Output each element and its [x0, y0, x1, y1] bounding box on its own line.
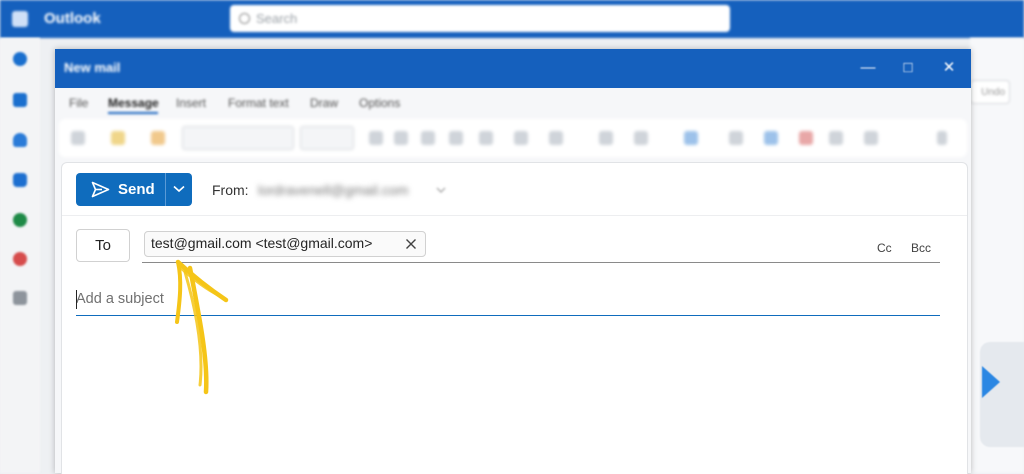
styles-icon[interactable]	[549, 131, 563, 145]
tab-message[interactable]: Message	[108, 96, 159, 110]
from-chevron-down-icon[interactable]	[436, 187, 446, 194]
message-body[interactable]	[76, 325, 940, 465]
link-icon[interactable]	[634, 131, 648, 145]
chevron-down-icon	[173, 185, 185, 193]
sensitivity-icon[interactable]	[684, 131, 698, 145]
italic-icon[interactable]	[394, 131, 408, 145]
ribbon-expand-icon[interactable]	[937, 131, 947, 145]
tab-draw[interactable]: Draw	[310, 96, 338, 110]
from-label: From:	[212, 182, 249, 198]
strikethrough-icon[interactable]	[449, 131, 463, 145]
from-account[interactable]: lordravenell@gmail.com	[258, 182, 408, 198]
remove-recipient-icon[interactable]	[405, 238, 417, 250]
bcc-button[interactable]: Bcc	[911, 241, 931, 255]
recipient-chip[interactable]: test@gmail.com <test@gmail.com>	[144, 231, 426, 257]
background-filter-button: Undo	[970, 80, 1010, 104]
new-mail-window: New mail — □ ✕ File Message Insert Forma…	[55, 49, 971, 474]
bullets-icon[interactable]	[479, 131, 493, 145]
bold-icon[interactable]	[369, 131, 383, 145]
cc-button[interactable]: Cc	[877, 241, 892, 255]
attach-icon[interactable]	[599, 131, 613, 145]
minimize-icon[interactable]: —	[859, 59, 877, 77]
office-app-icon[interactable]	[13, 252, 27, 266]
search-icon	[239, 13, 250, 24]
app-top-bar: Outlook Search	[0, 0, 1024, 38]
send-options-button[interactable]	[166, 173, 192, 206]
importance-high-icon[interactable]	[764, 131, 778, 145]
recipient-address: test@gmail.com <test@gmail.com>	[151, 235, 373, 251]
ribbon-tabs: File Message Insert Format text Draw Opt…	[55, 88, 971, 116]
tab-options[interactable]: Options	[359, 96, 400, 110]
app-title: Outlook	[44, 10, 101, 27]
mail-icon[interactable]	[13, 52, 27, 66]
more-format-icon[interactable]	[514, 131, 528, 145]
todo-icon[interactable]	[13, 213, 27, 227]
format-painter-icon[interactable]	[151, 131, 165, 145]
copilot-icon[interactable]	[13, 173, 27, 187]
calendar-icon[interactable]	[13, 93, 27, 107]
send-label: Send	[118, 181, 155, 198]
apps-icon[interactable]	[13, 291, 27, 305]
to-field[interactable]: test@gmail.com <test@gmail.com> Cc Bcc	[142, 229, 940, 263]
paste-icon[interactable]	[111, 131, 125, 145]
app-left-rail	[0, 38, 40, 473]
envelope-illustration	[980, 342, 1024, 447]
importance-low-icon[interactable]	[829, 131, 843, 145]
active-tab-indicator	[108, 112, 158, 114]
send-button-group: Send	[76, 173, 192, 206]
window-title-bar: New mail — □ ✕	[55, 49, 971, 88]
subject-input[interactable]	[76, 285, 940, 313]
tab-insert[interactable]: Insert	[176, 96, 206, 110]
flag-icon[interactable]	[799, 131, 813, 145]
ribbon-toolbar	[59, 119, 967, 157]
font-family-dropdown[interactable]	[182, 126, 294, 150]
subject-field[interactable]	[76, 285, 940, 316]
people-icon[interactable]	[13, 133, 27, 147]
maximize-icon[interactable]: □	[899, 59, 917, 77]
tab-format-text[interactable]: Format text	[228, 96, 289, 110]
envelope-flap	[982, 366, 1000, 398]
outlook-logo-icon	[12, 11, 28, 27]
search-box[interactable]: Search	[230, 5, 730, 32]
header-divider	[62, 215, 967, 216]
signature-icon[interactable]	[729, 131, 743, 145]
to-button[interactable]: To	[76, 229, 130, 262]
send-icon	[91, 181, 110, 198]
text-caret	[76, 290, 77, 309]
search-placeholder: Search	[256, 11, 298, 26]
close-window-icon[interactable]: ✕	[940, 59, 958, 77]
undo-icon[interactable]	[71, 131, 85, 145]
font-size-dropdown[interactable]	[300, 126, 354, 150]
window-title: New mail	[64, 60, 121, 75]
send-button[interactable]: Send	[76, 173, 165, 206]
tab-file[interactable]: File	[69, 96, 88, 110]
compose-card: Send From: lordravenell@gmail.com To tes…	[61, 162, 968, 474]
more-options-icon[interactable]	[864, 131, 878, 145]
underline-icon[interactable]	[421, 131, 435, 145]
